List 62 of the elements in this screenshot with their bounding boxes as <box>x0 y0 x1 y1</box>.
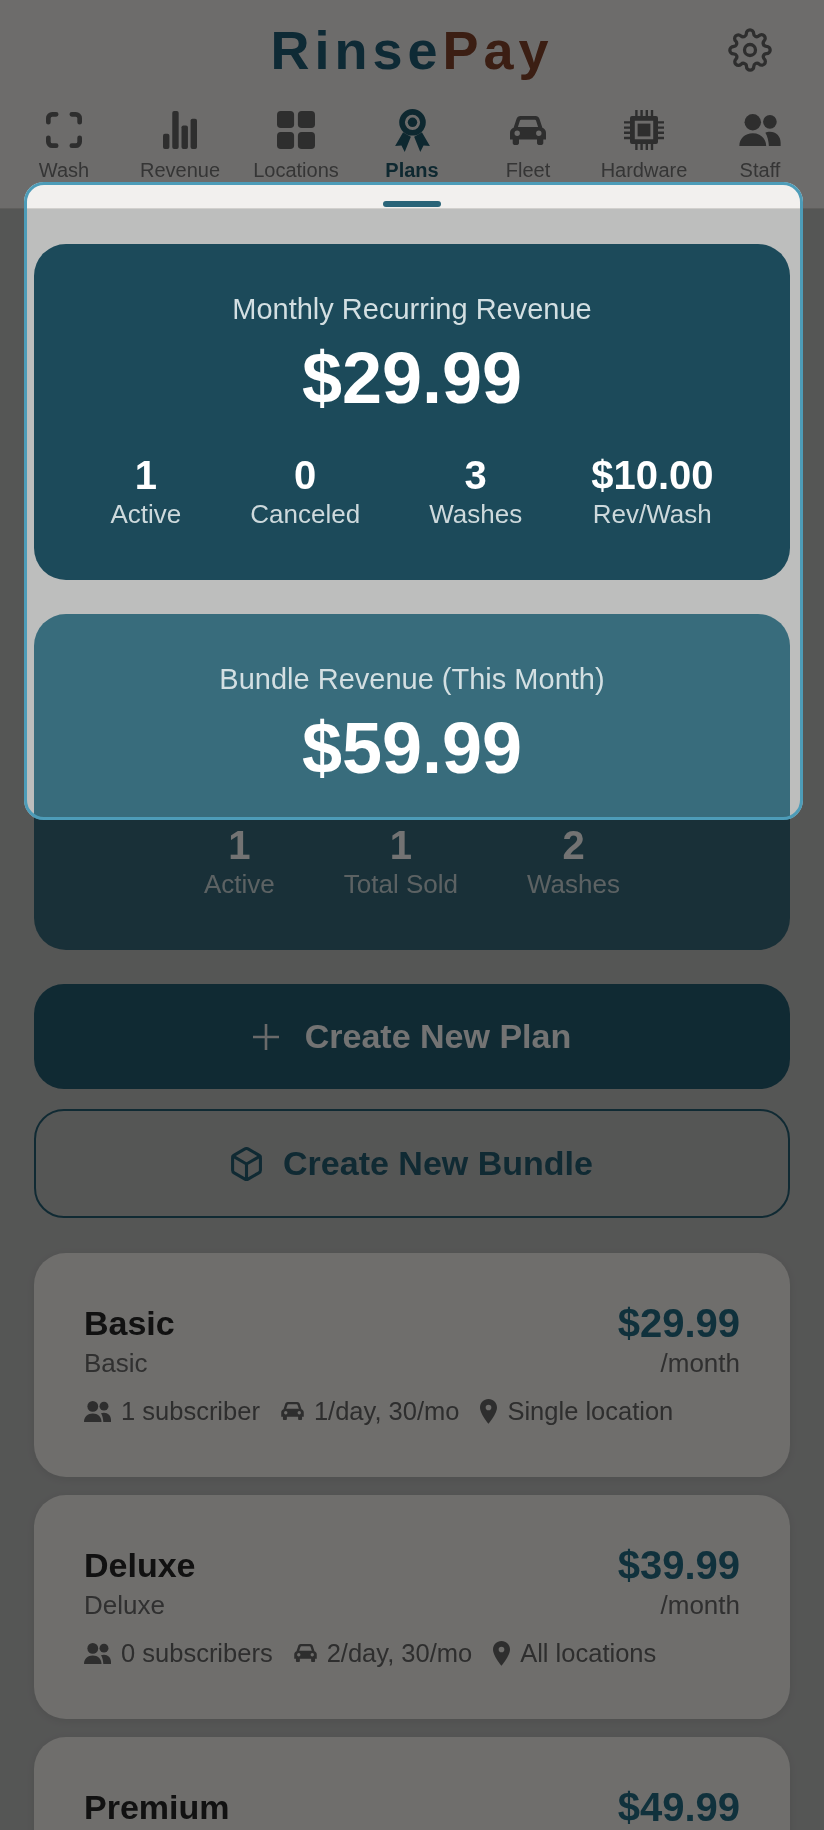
stat-value: $10.00 <box>591 452 714 499</box>
card-title: Monthly Recurring Revenue <box>231 292 593 327</box>
plan-price: $29.99 <box>617 1300 740 1347</box>
billing-period: /month <box>660 1590 740 1621</box>
nav-tab[interactable]: Staff <box>702 109 818 208</box>
plus-icon <box>252 1023 279 1050</box>
subscriber-count: 1 subscriber <box>121 1396 260 1426</box>
settings-icon[interactable] <box>728 28 772 72</box>
award-ribbon-icon <box>394 108 430 152</box>
location-scope: Single location <box>507 1396 674 1426</box>
cube-icon <box>231 1146 263 1181</box>
stat-value: 1 <box>228 822 251 869</box>
nav-tab[interactable]: Locations <box>238 109 354 208</box>
people-icon <box>84 1642 111 1664</box>
car-icon <box>280 1402 304 1420</box>
car-icon <box>293 1644 317 1662</box>
nav-tab[interactable]: Wash <box>6 109 122 208</box>
chip-icon <box>624 110 664 150</box>
stat-value: 1 <box>134 452 158 499</box>
scan-frame-icon <box>46 112 82 148</box>
nav-tab[interactable]: Revenue <box>122 109 238 208</box>
subscriber-count: 0 subscribers <box>121 1638 273 1668</box>
card-title: Bundle Revenue (This Month) <box>218 662 606 697</box>
revenue-amount: $59.99 <box>300 707 524 790</box>
billing-period: /month <box>660 1348 740 1379</box>
plan-description: Deluxe <box>84 1590 165 1621</box>
plan-name: Premium <box>84 1786 230 1828</box>
people-icon <box>84 1400 111 1422</box>
stat-label: Washes <box>527 869 620 900</box>
wash-limit: 1/day, 30/mo <box>313 1396 460 1426</box>
map-pin-icon <box>493 1640 511 1666</box>
wash-limit: 2/day, 30/mo <box>326 1638 473 1668</box>
create-plan-button[interactable]: Create New Plan <box>34 984 790 1089</box>
plan-name: Basic <box>84 1302 175 1344</box>
plan-name: Deluxe <box>84 1544 196 1586</box>
plan-card[interactable]: Premium $49.99 <box>34 1737 790 1830</box>
grid-icon <box>277 111 315 149</box>
plan-card[interactable]: Basic $29.99 Basic /month 1 subscriber 1/day, 30/mo Single location <box>34 1253 790 1477</box>
stat-label: Washes <box>429 499 523 530</box>
stat-label: Total Sold <box>343 869 458 900</box>
plan-card[interactable]: Deluxe $39.99 Deluxe /month 0 subscribers 2/day, 30/mo All locations <box>34 1495 790 1719</box>
tab-indicator <box>383 201 441 207</box>
plan-price: $39.99 <box>617 1542 740 1589</box>
stat-value: 1 <box>389 822 413 869</box>
plan-description: Basic <box>84 1348 148 1379</box>
revenue-amount: $29.99 <box>300 337 524 420</box>
create-bundle-button[interactable]: Create New Bundle <box>34 1109 790 1218</box>
stat-value: 2 <box>562 822 585 869</box>
stat-label: Rev/Wash <box>592 499 712 530</box>
car-icon <box>510 115 546 145</box>
stat-value: 3 <box>464 452 487 499</box>
stat-value: 0 <box>294 452 317 499</box>
bar-chart-icon <box>163 111 197 149</box>
location-scope: All locations <box>520 1638 657 1668</box>
app-logo: RinsePay <box>270 19 554 82</box>
plan-price: $49.99 <box>617 1784 740 1830</box>
people-icon <box>739 114 781 146</box>
stat-label: Active <box>204 869 275 900</box>
map-pin-icon <box>480 1398 498 1424</box>
nav-tab[interactable]: Fleet <box>470 109 586 208</box>
stat-label: Canceled <box>250 499 361 530</box>
stat-label: Active <box>110 499 182 530</box>
